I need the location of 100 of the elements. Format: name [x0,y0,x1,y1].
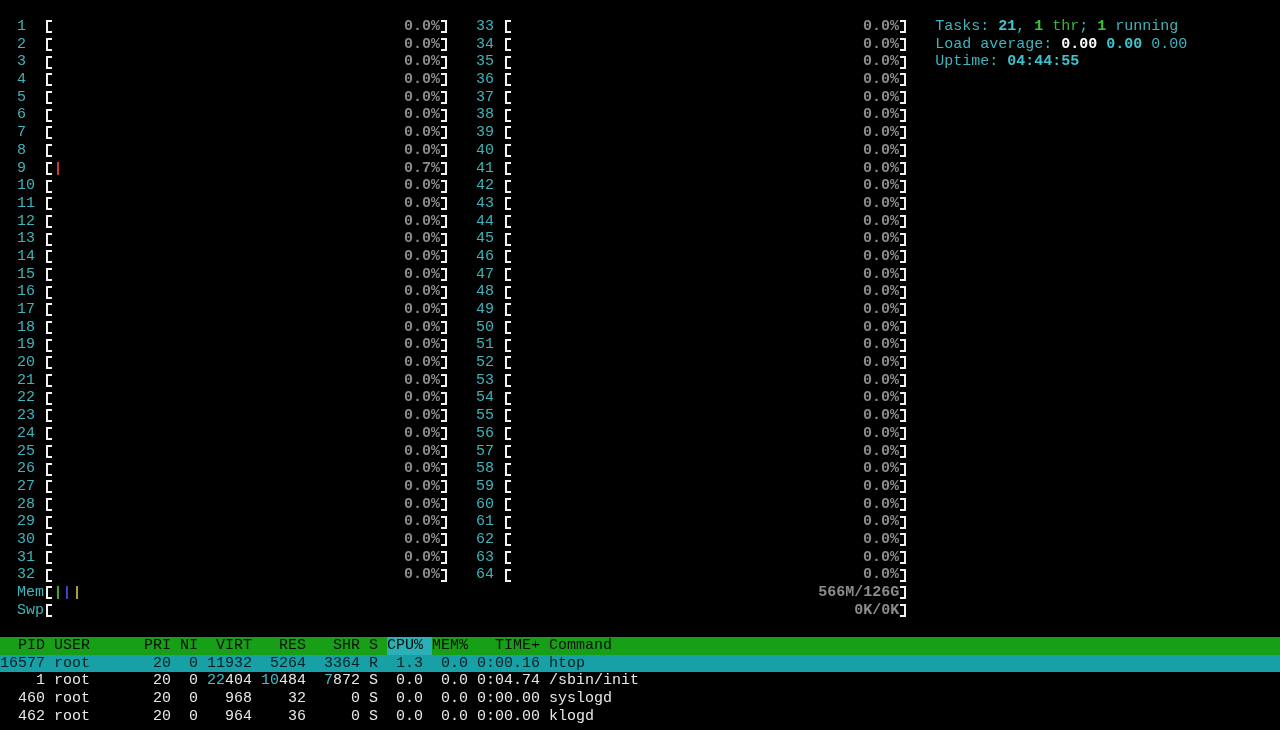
meter-label: 23 [17,407,36,425]
meter-label: 11 [17,194,36,213]
table-cell-text: 0:00.00 [477,690,541,708]
meter-reading: 0.0% [863,159,900,178]
tasks-summary: Tasks: 21, 1 thr; 1 running [935,18,1179,35]
column-header[interactable]: NI [180,637,207,655]
column-header[interactable]: SHR [315,637,369,655]
meter-reading: 0.0% [863,212,900,231]
meter-reading: 0.0% [863,477,900,496]
meter-label: 14 [17,247,36,266]
column-header[interactable]: VIRT [207,637,261,655]
meter-reading: 0.0% [863,566,900,584]
column-header[interactable]: TIME+ [477,637,549,655]
table-cell-text: 0 [350,707,361,726]
table-cell-text: 7872 [322,672,361,691]
meter-reading: 0.0% [404,18,441,36]
meter-label: 38 [476,106,496,125]
meter-reading: 0.0% [404,389,441,408]
load-average: Load average: 0.00 0.00 0.00 [935,35,1188,53]
table-cell-text: 0:00.16 [477,654,541,673]
meter-label: 56 [476,424,496,443]
meter-reading: 0.0% [404,283,441,301]
meter-label: 54 [476,389,496,408]
column-header[interactable]: USER [54,637,144,655]
meter-label: 36 [476,71,496,89]
column-header[interactable]: PRI [144,637,180,655]
table-cell-text: 0 [350,690,361,708]
meter-label: 39 [476,124,496,142]
meter-reading: 0.0% [404,424,441,443]
meter-label: 10 [17,177,36,195]
meter-reading: 0.0% [404,247,441,266]
meter-label: 64 [476,566,496,584]
meter-label: Mem [17,584,44,602]
table-cell-text: 0 [188,707,199,726]
meter-reading: 0K/0K [854,601,900,620]
meter-reading: 0.0% [404,53,441,72]
meter-reading: 0.0% [404,477,441,496]
table-cell-text: 462 [17,707,46,726]
meter-reading: 0.0% [863,247,900,266]
meter-label: 29 [17,513,36,531]
meter-reading: 0.0% [863,318,900,337]
meter-label: 6 [17,106,27,125]
meter-reading: 0.0% [863,371,900,390]
meter-label: 32 [17,566,36,584]
meter-label: 5 [17,88,27,107]
process-row[interactable]: 462 root 20 0 964 36 0 S 0.0 0.0 0:00.00 klogd [0,707,1280,726]
meter-label: 55 [476,407,496,425]
table-cell-text: 1.3 [395,654,424,673]
meter-reading: 0.0% [863,194,900,213]
meter-reading: 566M/126G [818,584,900,602]
meter-label: 2 [17,35,27,54]
process-row[interactable]: 1 root 20 0 22404 10484 7872 S 0.0 0.0 0:04.74 /sbin/init [0,672,1280,691]
table-cell-text: 968 [224,690,253,708]
meter-reading: 0.0% [404,106,441,125]
meter-reading: 0.0% [863,442,900,461]
table-cell-text: 20 [152,672,172,691]
table-cell-text: root [54,672,91,691]
meter-label: 37 [476,88,496,107]
table-cell-text: 32 [287,690,307,708]
meter-reading: 0.0% [863,71,900,89]
meter-label: 22 [17,389,36,408]
meter-reading: 0.0% [404,442,441,461]
table-cell-text: 0 [188,654,199,673]
meter-reading: 0.0% [863,124,900,142]
meter-label: 47 [476,265,496,284]
column-header[interactable]: CPU% [387,637,432,655]
meter-reading: 0.0% [404,35,441,54]
meter-reading: 0.0% [863,265,900,284]
table-cell-text: 20 [152,707,172,726]
column-header[interactable]: Command [549,637,1280,655]
meter-label: 48 [476,283,496,301]
meter-label: 16 [17,283,36,301]
meter-reading: 0.0% [863,513,900,531]
meter-label: 57 [476,442,496,461]
column-header[interactable]: PID [0,637,54,655]
meter-reading: 0.0% [863,53,900,72]
table-cell-text: 10484 [261,672,308,691]
column-header[interactable]: RES [261,637,315,655]
meter-reading: 0.0% [404,354,441,372]
meter-label: 13 [17,230,36,248]
meter-reading: 0.0% [863,354,900,372]
meter-label: 35 [476,53,496,72]
meter-label: 25 [17,442,36,461]
meter-label: 51 [476,336,496,355]
meter-label: 46 [476,247,496,266]
meter-label: 1 [17,18,27,36]
process-row[interactable]: 460 root 20 0 968 32 0 S 0.0 0.0 0:00.00 syslogd [0,690,1280,708]
meter-label: 3 [17,53,27,72]
meter-reading: 0.0% [863,141,900,160]
table-cell-text: root [54,654,91,673]
table-cell-text: 0.0 [440,672,469,691]
meter-reading: 0.0% [404,371,441,390]
meter-label: 21 [17,371,36,390]
meter-reading: 0.0% [863,530,900,549]
column-header[interactable]: MEM% [432,637,477,655]
column-header[interactable]: S [369,637,387,655]
meter-label: 28 [17,495,36,514]
table-cell-text: 20 [152,690,172,708]
meter-reading: 0.0% [404,407,441,425]
meter-label: 63 [476,548,496,567]
